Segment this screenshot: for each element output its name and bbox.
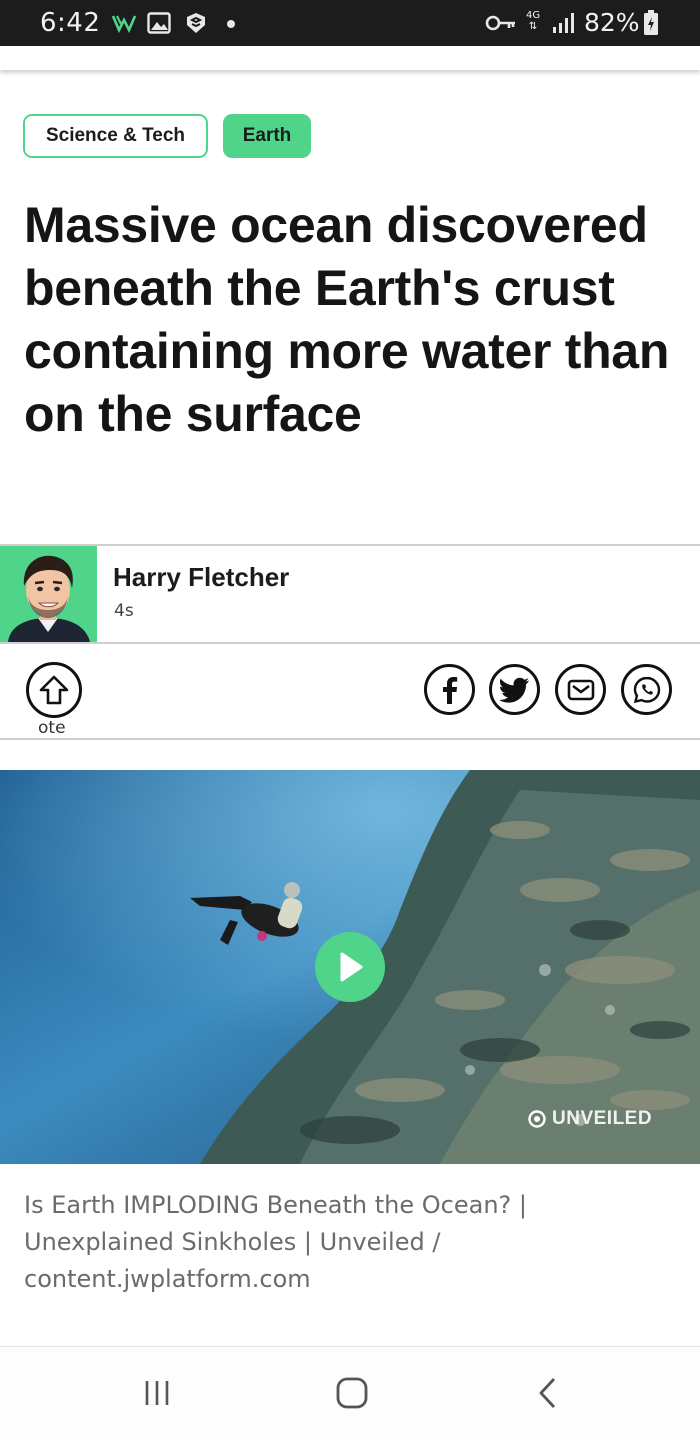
upvote-button[interactable] — [26, 662, 82, 718]
vote-label: ote — [38, 718, 66, 738]
whatsapp-icon — [633, 676, 660, 703]
back-button[interactable] — [518, 1371, 578, 1415]
video-caption[interactable]: Is Earth IMPLODING Beneath the Ocean? | … — [24, 1187, 664, 1298]
network-type: 4G — [526, 10, 541, 21]
recent-apps-button[interactable] — [127, 1371, 187, 1415]
author-row[interactable]: Harry Fletcher 4s — [0, 544, 700, 644]
status-bar: 6:42 4G ⇅ 82% — [0, 0, 700, 46]
network-arrows-icon: 4G ⇅ — [526, 10, 541, 32]
dot-icon — [227, 20, 235, 28]
notification-icon — [110, 10, 138, 36]
battery-percent: 82% — [584, 8, 640, 37]
battery-charging-icon — [642, 10, 660, 36]
share-facebook-button[interactable] — [424, 664, 475, 715]
facebook-icon — [442, 676, 457, 704]
watermark-text: UNVEILED — [552, 1108, 653, 1129]
unveiled-logo-icon — [528, 1110, 546, 1128]
header-bar — [0, 46, 700, 70]
key-icon — [485, 10, 517, 36]
play-button[interactable] — [315, 932, 385, 1002]
author-name[interactable]: Harry Fletcher — [113, 562, 289, 593]
home-button[interactable] — [322, 1371, 382, 1415]
home-icon — [336, 1377, 368, 1409]
article-title: Massive ocean discovered beneath the Ear… — [24, 197, 670, 442]
share-email-button[interactable] — [555, 664, 606, 715]
tag-earth[interactable]: Earth — [223, 114, 311, 158]
twitter-icon — [499, 677, 529, 703]
upvote-icon — [39, 675, 69, 705]
video-watermark: UNVEILED — [528, 1108, 652, 1130]
share-twitter-button[interactable] — [489, 664, 540, 715]
image-icon — [147, 10, 171, 36]
email-icon — [567, 679, 594, 700]
recent-apps-icon — [145, 1381, 169, 1405]
play-icon — [340, 952, 363, 982]
share-whatsapp-button[interactable] — [621, 664, 672, 715]
video-player[interactable]: UNVEILED — [0, 770, 700, 1164]
app-icon — [183, 10, 209, 36]
tag-science-tech[interactable]: Science & Tech — [23, 114, 208, 158]
post-time: 4s — [114, 601, 134, 621]
actions-row: ote — [0, 644, 700, 740]
avatar[interactable] — [0, 546, 97, 642]
navigation-bar — [0, 1346, 700, 1439]
signal-icon — [551, 10, 579, 36]
back-icon — [539, 1378, 556, 1408]
status-time: 6:42 — [40, 8, 101, 38]
